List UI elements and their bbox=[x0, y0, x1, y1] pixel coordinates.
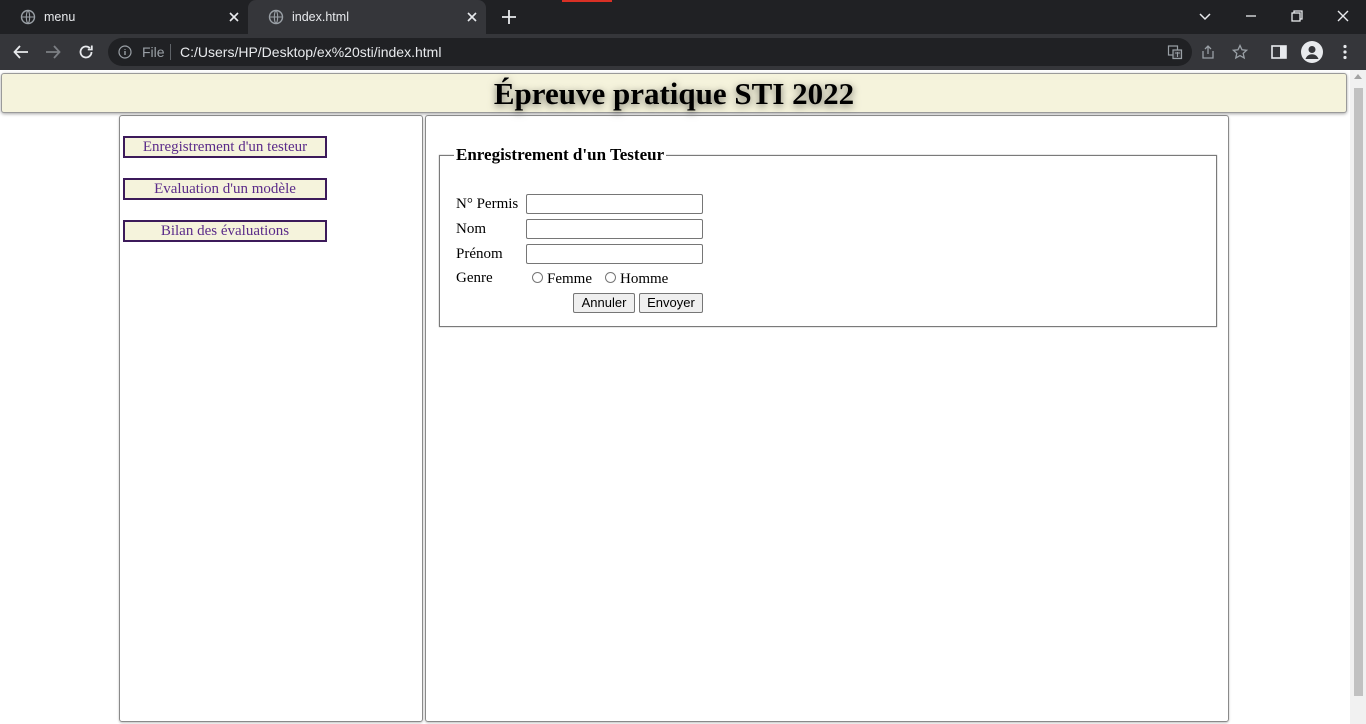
radio-homme[interactable] bbox=[605, 272, 616, 283]
radio-homme-label: Homme bbox=[620, 271, 669, 287]
tab-title: index.html bbox=[292, 10, 349, 24]
testeur-form: Enregistrement d'un Testeur N° Permis No… bbox=[439, 145, 1217, 327]
restore-icon[interactable] bbox=[1288, 7, 1306, 25]
scroll-up-arrow-icon[interactable] bbox=[1354, 74, 1362, 79]
recording-indicator bbox=[562, 0, 612, 2]
share-icon[interactable] bbox=[1200, 44, 1216, 60]
info-icon[interactable] bbox=[118, 45, 132, 59]
content-frame: Enregistrement d'un Testeur N° Permis No… bbox=[425, 115, 1229, 722]
close-tab-icon[interactable] bbox=[464, 9, 480, 25]
minimize-icon[interactable] bbox=[1242, 7, 1260, 25]
url-text[interactable]: C:/Users/HP/Desktop/ex%20sti/index.html bbox=[180, 44, 441, 60]
scroll-thumb[interactable] bbox=[1354, 88, 1363, 696]
genre-label: Genre bbox=[456, 270, 493, 286]
tab-menu[interactable]: menu bbox=[0, 0, 248, 34]
submit-button[interactable]: Envoyer bbox=[639, 293, 703, 313]
tab-title: menu bbox=[44, 10, 76, 24]
side-panel-icon[interactable] bbox=[1270, 43, 1288, 61]
reload-icon[interactable] bbox=[77, 43, 95, 61]
permis-input[interactable] bbox=[526, 194, 703, 214]
nom-label: Nom bbox=[456, 221, 486, 237]
globe-icon bbox=[268, 9, 284, 25]
prenom-input[interactable] bbox=[526, 244, 703, 264]
profile-avatar-icon[interactable] bbox=[1301, 41, 1323, 63]
menu-link-bilan[interactable]: Bilan des évaluations bbox=[123, 220, 327, 242]
form-legend: Enregistrement d'un Testeur bbox=[454, 145, 667, 165]
menu-link-evaluation[interactable]: Evaluation d'un modèle bbox=[123, 178, 327, 200]
page-viewport: Épreuve pratique STI 2022 Enregistrement… bbox=[0, 70, 1366, 724]
new-tab-icon[interactable] bbox=[500, 8, 518, 26]
globe-icon bbox=[20, 9, 36, 25]
vertical-scrollbar[interactable] bbox=[1350, 70, 1366, 724]
permis-label: N° Permis bbox=[456, 196, 519, 212]
page-header: Épreuve pratique STI 2022 bbox=[1, 73, 1347, 113]
forward-icon[interactable] bbox=[44, 43, 62, 61]
tab-strip: menu index.html bbox=[0, 0, 1366, 34]
separator bbox=[170, 44, 171, 60]
toolbar: File C:/Users/HP/Desktop/ex%20sti/index.… bbox=[0, 34, 1366, 70]
bookmark-star-icon[interactable] bbox=[1232, 44, 1248, 60]
omnibox[interactable]: File C:/Users/HP/Desktop/ex%20sti/index.… bbox=[108, 38, 1248, 66]
close-window-icon[interactable] bbox=[1334, 7, 1352, 25]
scheme-label: File bbox=[142, 44, 165, 60]
tab-index[interactable]: index.html bbox=[248, 0, 486, 34]
menu-link-enregistrement[interactable]: Enregistrement d'un testeur bbox=[123, 136, 327, 158]
tab-search-icon[interactable] bbox=[1196, 7, 1214, 25]
page-title: Épreuve pratique STI 2022 bbox=[493, 76, 855, 111]
radio-femme[interactable] bbox=[532, 272, 543, 283]
prenom-label: Prénom bbox=[456, 246, 503, 262]
radio-femme-label: Femme bbox=[547, 271, 592, 287]
nav-menu: Enregistrement d'un testeur Evaluation d… bbox=[119, 115, 423, 722]
back-icon[interactable] bbox=[12, 43, 30, 61]
close-tab-icon[interactable] bbox=[226, 9, 242, 25]
menu-kebab-icon[interactable] bbox=[1336, 43, 1354, 61]
translate-icon[interactable] bbox=[1167, 44, 1183, 60]
cancel-button[interactable]: Annuler bbox=[573, 293, 635, 313]
nom-input[interactable] bbox=[526, 219, 703, 239]
